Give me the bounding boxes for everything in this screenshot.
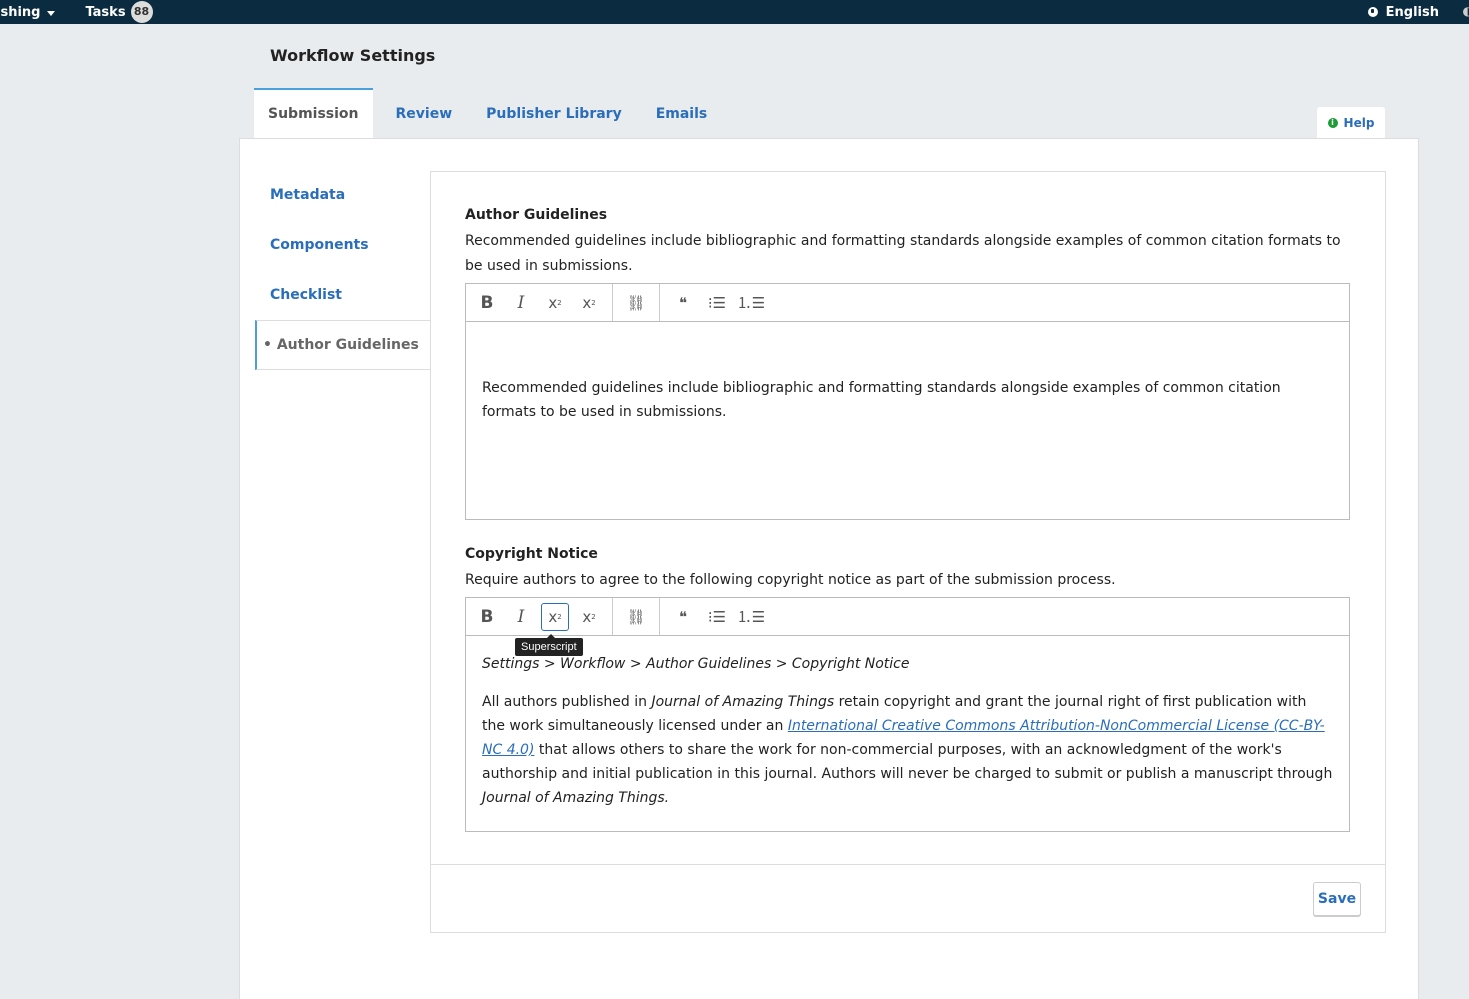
subscript-icon[interactable]: x2: [575, 603, 603, 631]
user-icon[interactable]: ◐: [1463, 4, 1469, 18]
journal-name: Journal of Amazing Things: [651, 694, 835, 710]
link-icon[interactable]: ⛓: [622, 603, 650, 631]
tab-publisher-library[interactable]: Publisher Library: [469, 88, 639, 138]
globe-icon: [1367, 7, 1378, 17]
copyright-notice-label: Copyright Notice: [465, 546, 598, 562]
editor-text: Recommended guidelines include bibliogra…: [482, 380, 1281, 420]
sidenav-item-author-guidelines[interactable]: • Author Guidelines: [255, 320, 431, 370]
link-icon[interactable]: ⛓: [622, 289, 650, 317]
text-run: that allows others to share the work for…: [482, 742, 1333, 782]
journal-name: Journal of Amazing Things.: [482, 790, 670, 806]
page-title: Workflow Settings: [270, 46, 436, 65]
tab-emails[interactable]: Emails: [639, 88, 725, 138]
superscript-icon[interactable]: x2: [541, 289, 569, 317]
tab-submission[interactable]: Submission: [254, 88, 373, 138]
tasks-button[interactable]: Tasks 88: [85, 1, 153, 23]
language-label: English: [1385, 4, 1439, 20]
numbered-list-icon[interactable]: ⒈☰: [737, 289, 765, 317]
toolbar-divider: [612, 598, 613, 635]
editor-toolbar: B I x2 x2 ⛓ ❝ ⁝☰ ⒈☰ Superscript: [466, 598, 1349, 656]
subscript-icon[interactable]: x2: [575, 289, 603, 317]
caret-down-icon: [47, 10, 56, 16]
context-menu[interactable]: ishing: [0, 4, 56, 20]
copyright-notice-input[interactable]: Settings > Workflow > Author Guidelines …: [466, 636, 1349, 810]
bullet-list-icon[interactable]: ⁝☰: [703, 603, 731, 631]
numbered-list-icon[interactable]: ⒈☰: [737, 603, 765, 631]
help-label: Help: [1343, 115, 1375, 130]
italic-icon[interactable]: I: [507, 603, 535, 631]
author-guidelines-editor: B I x2 x2 ⛓ ❝ ⁝☰ ⒈☰ Recommended guidelin…: [465, 283, 1350, 520]
superscript-tooltip: Superscript: [515, 634, 583, 656]
save-button[interactable]: Save: [1313, 882, 1361, 916]
context-label: ishing: [0, 4, 41, 20]
info-icon: i: [1327, 117, 1338, 128]
copyright-notice-description: Require authors to agree to the followin…: [465, 572, 1116, 588]
sidenav-item-metadata[interactable]: Metadata: [255, 170, 431, 220]
bullet-list-icon[interactable]: ⁝☰: [703, 289, 731, 317]
toolbar-divider: [659, 598, 660, 635]
author-guidelines-description: Recommended guidelines include bibliogra…: [465, 233, 1341, 274]
author-guidelines-input[interactable]: Recommended guidelines include bibliogra…: [466, 322, 1349, 424]
toolbar-divider: [612, 284, 613, 321]
copyright-notice-editor: B I x2 x2 ⛓ ❝ ⁝☰ ⒈☰ Superscript Settings…: [465, 597, 1350, 832]
blockquote-icon[interactable]: ❝: [669, 289, 697, 317]
editor-text: All authors published in Journal of Amaz…: [482, 690, 1333, 810]
editor-toolbar: B I x2 x2 ⛓ ❝ ⁝☰ ⒈☰: [466, 284, 1349, 322]
sidenav-item-checklist[interactable]: Checklist: [255, 270, 431, 320]
tab-list: Submission Review Publisher Library Emai…: [254, 88, 724, 138]
editor-breadcrumb: Settings > Workflow > Author Guidelines …: [482, 656, 910, 672]
author-guidelines-label: Author Guidelines: [465, 207, 608, 223]
side-nav: Metadata Components Checklist • Author G…: [255, 170, 431, 370]
bold-icon[interactable]: B: [473, 289, 501, 317]
tasks-label: Tasks: [85, 4, 126, 20]
sidenav-item-components[interactable]: Components: [255, 220, 431, 270]
tab-review[interactable]: Review: [379, 88, 470, 138]
footer-divider: [431, 864, 1385, 865]
bold-icon[interactable]: B: [473, 603, 501, 631]
blockquote-icon[interactable]: ❝: [669, 603, 697, 631]
italic-icon[interactable]: I: [507, 289, 535, 317]
tasks-count-badge: 88: [130, 1, 153, 23]
text-run: All authors published in: [482, 694, 652, 710]
superscript-icon[interactable]: x2: [541, 602, 569, 631]
top-bar: ishing Tasks 88 English ◐: [0, 0, 1469, 24]
toolbar-divider: [659, 284, 660, 321]
language-button[interactable]: English: [1367, 0, 1439, 24]
help-button[interactable]: i Help: [1317, 107, 1385, 138]
